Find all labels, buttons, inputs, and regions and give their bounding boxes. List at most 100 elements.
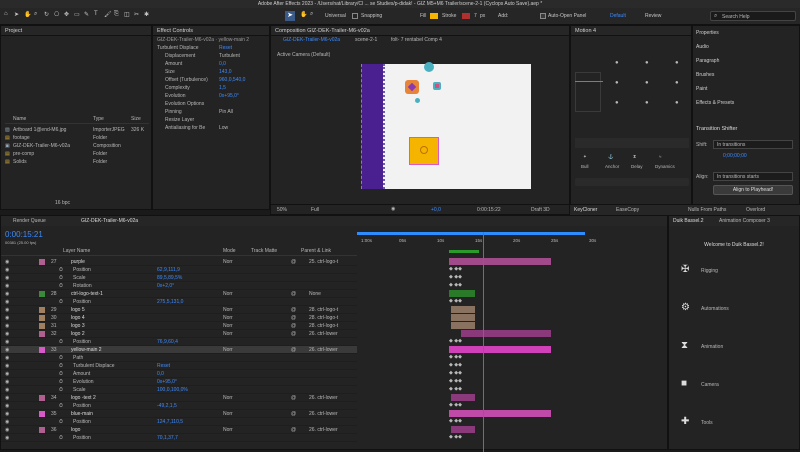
layer-duration-bar[interactable]	[451, 322, 475, 329]
pickwhip-icon[interactable]: @	[291, 394, 296, 402]
property-value[interactable]: 100,0,100,0%	[157, 386, 188, 394]
pickwhip-icon[interactable]: @	[291, 314, 296, 322]
visibility-eye-icon[interactable]: ◉	[5, 290, 9, 298]
layer-mode[interactable]: Norr	[223, 394, 233, 402]
keyframe-icons[interactable]: ◆ ◆◆	[449, 282, 462, 288]
visibility-eye-icon[interactable]: ◉	[5, 282, 9, 290]
layer-label-color[interactable]	[39, 427, 45, 433]
fx-property-row[interactable]: Size 143,0	[153, 68, 269, 76]
fx-property-row[interactable]: Antialiasing for Be Low	[153, 124, 269, 132]
layer-parent[interactable]: 28. ctrl-logo-t	[309, 306, 338, 314]
shift-dropdown[interactable]: In transitions	[713, 140, 793, 149]
layer-duration-bar[interactable]	[449, 290, 475, 297]
property-value[interactable]: 62,9,111,9	[157, 266, 180, 274]
layer-name[interactable]: logo 2	[71, 330, 85, 338]
property-value[interactable]: 76,9,60,4	[157, 338, 178, 346]
layer-label-color[interactable]	[39, 259, 45, 265]
visibility-eye-icon[interactable]: ◉	[5, 394, 9, 402]
layer-name[interactable]: logo 4	[71, 314, 85, 322]
duik-item[interactable]: ⚙ Automations	[673, 302, 797, 316]
stopwatch-icon[interactable]: ⏱	[59, 354, 63, 362]
comp-tab-2[interactable]: scene-2-1	[355, 37, 377, 43]
duik-item[interactable]: ✠ Rigging	[673, 264, 797, 278]
motion-slider-row[interactable]	[575, 138, 689, 148]
draft-3d[interactable]: Draft 3D	[531, 207, 550, 213]
layer-mode[interactable]: Norr	[223, 306, 233, 314]
layer-name[interactable]: logo 5	[71, 306, 85, 314]
layer-label-color[interactable]	[39, 307, 45, 313]
layer-mode[interactable]: Norr	[223, 410, 233, 418]
duik-item[interactable]: ■ Camera	[673, 378, 797, 392]
stopwatch-icon[interactable]: ⏱	[59, 402, 63, 410]
timeline-layer-row[interactable]: ◉ 28 ctrl-logo-text-1 Norr @ None	[1, 290, 357, 298]
resolution[interactable]: Full	[311, 207, 319, 213]
motion-btn-delay[interactable]: Delay	[631, 164, 643, 169]
workspace-review[interactable]: Review	[645, 13, 661, 19]
motion-bottom-bar[interactable]	[575, 178, 689, 186]
align-to-playhead-button[interactable]: Align to Playhead!	[713, 185, 793, 195]
layer-label-color[interactable]	[39, 291, 45, 297]
visibility-eye-icon[interactable]: ◉	[5, 434, 9, 442]
timeline-layer-row[interactable]: ◉ 31 logo 3 Norr @28. ctrl-logo-t	[1, 322, 357, 330]
tab-render-queue[interactable]: Render Queue	[13, 218, 46, 224]
keyframe-icons[interactable]: ◆ ◆◆	[449, 354, 462, 360]
layer-label-color[interactable]	[39, 315, 45, 321]
keyframe-icons[interactable]: ◆ ◆◆	[449, 378, 462, 384]
visibility-eye-icon[interactable]: ◉	[5, 378, 9, 386]
pickwhip-icon[interactable]: @	[291, 322, 296, 330]
keyframe-icons[interactable]: ◆ ◆◆	[449, 274, 462, 280]
timeline-layer-row[interactable]: ◉ 36 logo Norr @26. ctrl-lower	[1, 426, 357, 434]
stopwatch-icon[interactable]: ⏱	[59, 338, 63, 346]
visibility-eye-icon[interactable]: ◉	[5, 402, 9, 410]
fx-property-value[interactable]: 0,0	[219, 60, 226, 68]
visibility-eye-icon[interactable]: ◉	[5, 306, 9, 314]
layer-duration-bar[interactable]	[449, 410, 551, 417]
right-panel-item[interactable]: Paint	[696, 86, 707, 92]
align-dropdown[interactable]: In transitions starts	[713, 172, 793, 181]
timeline-layer-row[interactable]: ◉ 35 blue-main Norr @26. ctrl-lower	[1, 410, 357, 418]
timeline-property-row[interactable]: ◉ ⏱ Rotation 0x+2,0°	[1, 282, 357, 290]
keyframe-icons[interactable]: ◆ ◆◆	[449, 402, 462, 408]
layer-name[interactable]: logo 3	[71, 322, 85, 330]
visibility-eye-icon[interactable]: ◉	[5, 314, 9, 322]
zoom-tool-icon[interactable]: ⌕	[34, 11, 37, 18]
pan-tool-icon[interactable]: ✥	[64, 11, 69, 18]
fill-swatch[interactable]	[430, 13, 438, 19]
snapping-checkbox[interactable]	[352, 13, 358, 19]
right-panel-item[interactable]: Paragraph	[696, 58, 719, 64]
layer-parent[interactable]: 26. ctrl-lower	[309, 346, 338, 354]
camera-tool-icon[interactable]: ⎔	[54, 11, 59, 18]
fx-property-row[interactable]: Complexity 1,5	[153, 84, 269, 92]
home-icon[interactable]: ⌂	[4, 11, 8, 17]
tab-animation-composer[interactable]: Animation Composer 3	[719, 218, 770, 224]
timeline-property-row[interactable]: ◉ ⏱ Turbulent Displace Reset	[1, 362, 357, 370]
visibility-eye-icon[interactable]: ◉	[5, 386, 9, 394]
time-ruler[interactable]: 1:00s 05s 10s 15s 20s 25s 30s	[357, 234, 657, 250]
layer-parent[interactable]: 26. ctrl-lower	[309, 394, 338, 402]
zoom-icon[interactable]: ⌕	[310, 11, 313, 18]
visibility-eye-icon[interactable]: ◉	[5, 362, 9, 370]
work-area-bar[interactable]	[357, 232, 585, 235]
eraser-tool-icon[interactable]: ◫	[124, 11, 130, 18]
col-size[interactable]: Size	[131, 116, 141, 122]
stopwatch-icon[interactable]: ⏱	[59, 370, 63, 378]
comp-tab-3[interactable]: folt- 7 rentabel Comp 4	[391, 37, 442, 43]
layer-label-color[interactable]	[39, 323, 45, 329]
rotate-tool-icon[interactable]: ↻	[44, 11, 49, 18]
layer-parent[interactable]: 26. ctrl-lower	[309, 426, 338, 434]
bpc-label[interactable]: 16 bpc	[55, 200, 70, 206]
shape-tool-icon[interactable]: ▭	[74, 11, 80, 18]
timeline-layer-row[interactable]: ◉ 32 logo 2 Norr @26. ctrl-lower	[1, 330, 357, 338]
timeline-property-row[interactable]: ◉ ⏱ Scale 89,5,89,5%	[1, 274, 357, 282]
timeline-layer-row[interactable]: ◉ 29 logo 5 Norr @28. ctrl-logo-t	[1, 306, 357, 314]
stopwatch-icon[interactable]: ⏱	[59, 386, 63, 394]
visibility-eye-icon[interactable]: ◉	[5, 298, 9, 306]
fx-property-row[interactable]: Resize Layer	[153, 116, 269, 124]
shift-time[interactable]: 0;00;00;00	[723, 153, 747, 159]
tab-keycloner[interactable]: KeyCloner	[574, 207, 597, 213]
fx-property-row[interactable]: Evolution Options	[153, 100, 269, 108]
visibility-eye-icon[interactable]: ◉	[5, 322, 9, 330]
fx-property-value[interactable]: 0x+95,0°	[219, 92, 239, 100]
stopwatch-icon[interactable]: ⏱	[59, 378, 63, 386]
layer-parent[interactable]: 26. ctrl-lower	[309, 410, 338, 418]
